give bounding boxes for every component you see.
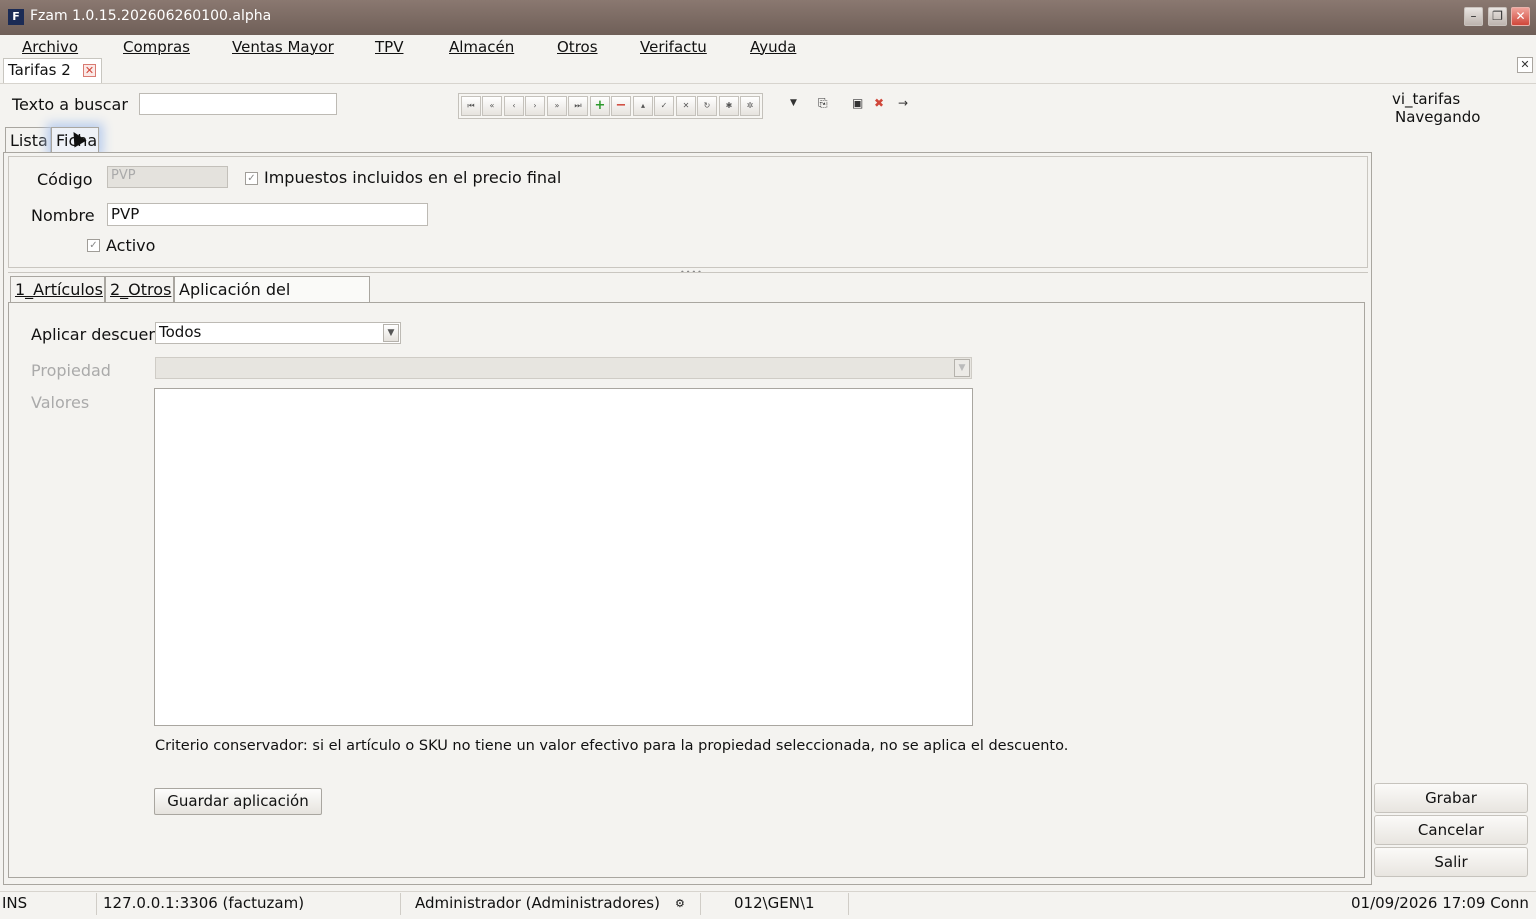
prev-record-icon[interactable]: ‹ bbox=[504, 96, 524, 116]
aplicar-label: Aplicar descuent bbox=[31, 325, 165, 344]
confirm-icon[interactable]: ✓ bbox=[654, 96, 674, 116]
restore-button[interactable]: ❐ bbox=[1488, 7, 1507, 26]
search-label: Texto a buscar bbox=[12, 95, 128, 114]
refresh-icon[interactable]: ↻ bbox=[697, 96, 717, 116]
valores-list[interactable] bbox=[154, 388, 973, 726]
tab-lista[interactable]: Lista bbox=[5, 127, 51, 153]
nombre-field[interactable]: PVP bbox=[107, 203, 428, 226]
document-tab-label: Tarifas 2 bbox=[8, 61, 71, 79]
grabar-button[interactable]: Grabar bbox=[1374, 783, 1528, 813]
status-user: Administrador (Administradores) bbox=[415, 894, 660, 912]
criterio-note: Criterio conservador: si el artículo o S… bbox=[155, 738, 1069, 754]
close-tab-icon[interactable]: ✕ bbox=[83, 64, 96, 77]
close-x-icon[interactable]: ✖ bbox=[874, 96, 884, 110]
close-panel-icon[interactable]: ✕ bbox=[1517, 57, 1533, 73]
cancel-edit-icon[interactable]: ✕ bbox=[676, 96, 696, 116]
propiedad-label: Propiedad bbox=[31, 361, 111, 380]
edit-record-icon[interactable]: ▴ bbox=[633, 96, 653, 116]
add-record-icon[interactable]: + bbox=[590, 96, 610, 116]
menu-tpv[interactable]: TPV bbox=[375, 38, 403, 56]
status-mode: INS bbox=[2, 894, 28, 912]
menu-verifactu[interactable]: Verifactu bbox=[640, 38, 707, 56]
status-connection: 127.0.0.1:3306 (factuzam) bbox=[103, 894, 305, 912]
window-title: Fzam 1.0.15.202606260100.alpha bbox=[30, 8, 272, 24]
next-record-icon[interactable]: › bbox=[525, 96, 545, 116]
menu-compras[interactable]: Compras bbox=[123, 38, 190, 56]
export-icon[interactable]: ▣ bbox=[852, 96, 863, 110]
search-input[interactable] bbox=[139, 93, 337, 115]
divider bbox=[400, 893, 401, 915]
salir-button[interactable]: Salir bbox=[1374, 847, 1528, 877]
aplicar-descuento-select[interactable]: Todos ▼ bbox=[155, 322, 401, 344]
chevron-down-icon: ▼ bbox=[954, 359, 970, 377]
bookmark-icon[interactable]: ✱ bbox=[719, 96, 739, 116]
filter-icon[interactable]: ✲ bbox=[740, 96, 760, 116]
minimize-button[interactable]: – bbox=[1464, 7, 1483, 26]
tab-otros[interactable]: 2_Otros bbox=[105, 276, 174, 302]
view-status: Navegando bbox=[1395, 108, 1481, 126]
menu-otros[interactable]: Otros bbox=[557, 38, 598, 56]
copy-icon[interactable]: ⎘ bbox=[818, 96, 828, 111]
delete-record-icon[interactable]: − bbox=[611, 96, 631, 116]
next-page-icon[interactable]: » bbox=[547, 96, 567, 116]
menu-ventas-mayor[interactable]: Ventas Mayor bbox=[232, 38, 334, 56]
activo-label: Activo bbox=[106, 236, 156, 255]
chevron-down-icon[interactable]: ▼ bbox=[383, 324, 399, 342]
status-datetime: 01/09/2026 17:09 Conn bbox=[1351, 894, 1529, 912]
codigo-field: PVP bbox=[107, 166, 228, 188]
user-settings-icon[interactable]: ⚙ bbox=[675, 897, 685, 910]
menu-almacen[interactable]: Almacén bbox=[449, 38, 514, 56]
nombre-label: Nombre bbox=[31, 206, 95, 225]
divider bbox=[700, 893, 701, 915]
propiedad-select: ▼ bbox=[155, 357, 972, 379]
app-icon: F bbox=[8, 9, 24, 25]
tab-aplicacion-descuento[interactable]: Aplicación del descuento bbox=[174, 276, 370, 318]
activo-checkbox[interactable]: ✓ bbox=[87, 239, 100, 252]
menu-archivo[interactable]: Archivo bbox=[22, 38, 78, 56]
guardar-aplicacion-button[interactable]: Guardar aplicación bbox=[154, 788, 322, 815]
view-name: vi_tarifas bbox=[1392, 90, 1461, 108]
codigo-label: Código bbox=[37, 170, 93, 189]
menu-ayuda[interactable]: Ayuda bbox=[750, 38, 796, 56]
record-navigator: ⏮ « ‹ › » ⏭ + − ▴ ✓ ✕ ↻ ✱ ✲ bbox=[458, 93, 763, 119]
close-window-button[interactable]: ✕ bbox=[1511, 7, 1530, 26]
impuestos-checkbox[interactable]: ✓ bbox=[245, 172, 258, 185]
divider bbox=[96, 893, 97, 915]
tab-articulos[interactable]: 1_Artículos bbox=[10, 276, 105, 302]
valores-label: Valores bbox=[31, 393, 90, 412]
dropdown-arrow-icon[interactable]: ▼ bbox=[790, 98, 797, 108]
status-path: 012\GEN\1 bbox=[734, 894, 815, 912]
aplicar-value: Todos bbox=[159, 323, 202, 341]
divider bbox=[8, 272, 1368, 273]
first-record-icon[interactable]: ⏮ bbox=[461, 96, 481, 116]
divider bbox=[0, 83, 1536, 84]
impuestos-label: Impuestos incluidos en el precio final bbox=[264, 168, 562, 187]
cancelar-button[interactable]: Cancelar bbox=[1374, 815, 1528, 845]
divider bbox=[848, 893, 849, 915]
last-record-icon[interactable]: ⏭ bbox=[568, 96, 588, 116]
arrow-right-icon[interactable]: → bbox=[898, 96, 908, 110]
prev-page-icon[interactable]: « bbox=[482, 96, 502, 116]
